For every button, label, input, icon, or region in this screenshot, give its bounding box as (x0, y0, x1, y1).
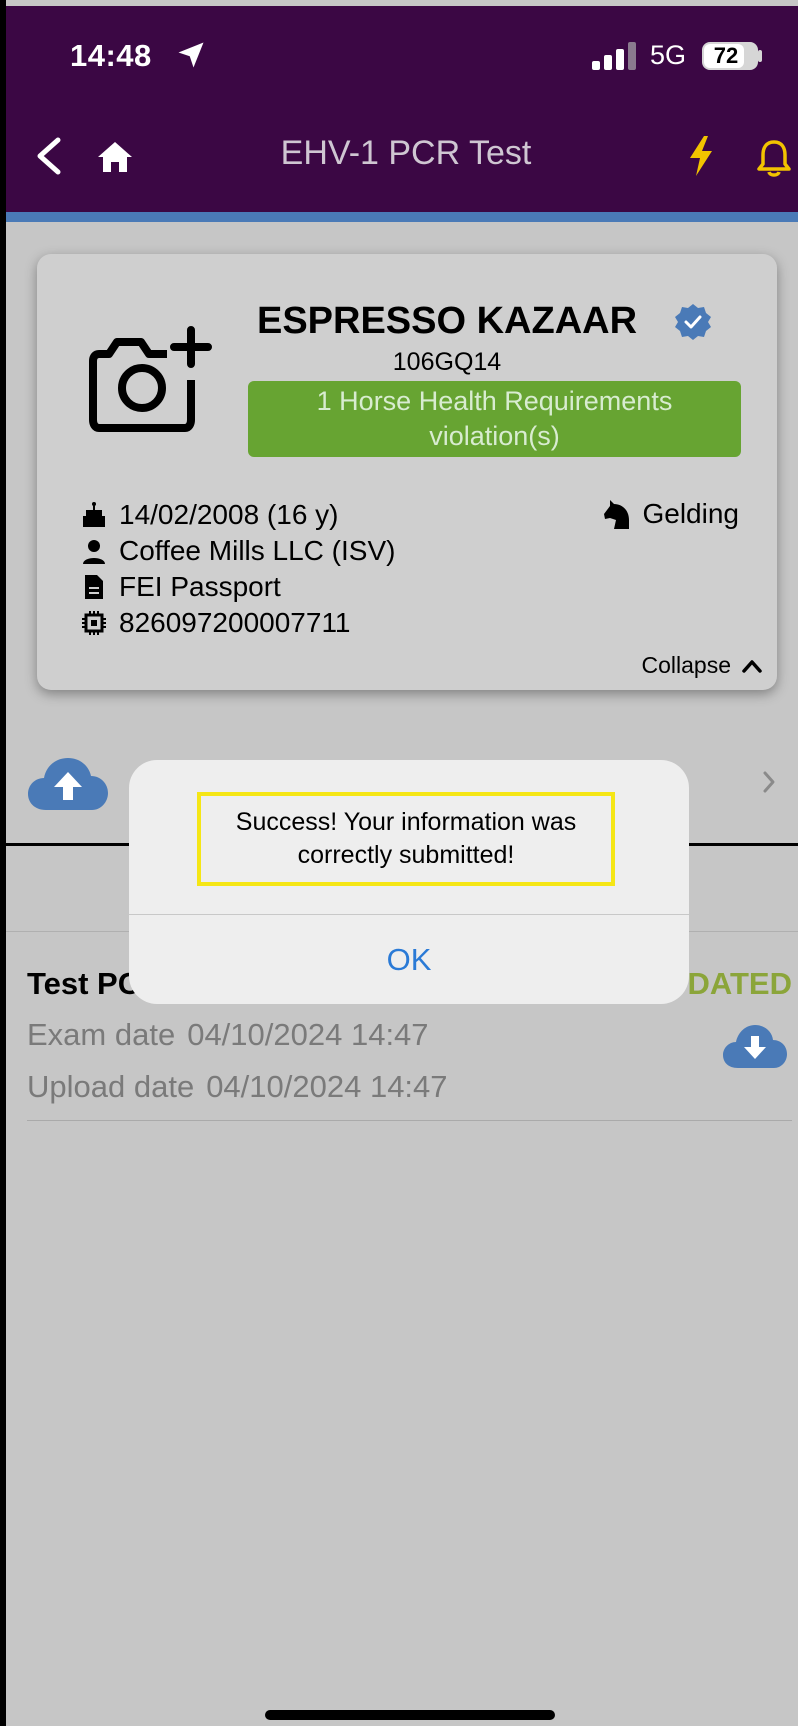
horse-name: ESPRESSO KAZAAR (256, 300, 638, 342)
signal-icon (592, 42, 636, 70)
test-title: Test PC (27, 966, 141, 1001)
upload-date-label: Upload date (27, 1069, 195, 1104)
horse-head-icon (604, 500, 630, 529)
cloud-download-icon[interactable] (722, 1022, 788, 1070)
exam-date-value: 04/10/2024 14:47 (187, 1017, 429, 1052)
collapse-button[interactable]: Collapse (642, 652, 764, 679)
gender-row: Gelding (602, 498, 739, 530)
collapse-label: Collapse (641, 652, 732, 678)
chip-number: 826097200007711 (119, 607, 351, 638)
chevron-up-icon (742, 659, 762, 673)
horse-card: ESPRESSO KAZAAR 106GQ14 1 Horse Health R… (37, 254, 777, 690)
owner-name: Coffee Mills LLC (ISV) (119, 535, 396, 566)
document-row: FEI Passport (81, 570, 281, 604)
home-icon[interactable] (96, 140, 134, 174)
alert-message: Success! Your information was correctly … (197, 792, 615, 886)
owner-row: Coffee Mills LLC (ISV) (81, 534, 395, 568)
birth-row: 14/02/2008 (16 y) (81, 498, 339, 532)
exam-date-row: Exam date 04/10/2024 14:47 (27, 1017, 429, 1053)
birth-date: 14/02/2008 (16 y) (119, 499, 339, 530)
top-bar (6, 6, 798, 212)
upload-date-row: Upload date 04/10/2024 14:47 (27, 1069, 448, 1105)
ok-button[interactable]: OK (129, 915, 689, 1004)
home-indicator[interactable] (265, 1710, 555, 1720)
cloud-upload-icon[interactable] (26, 752, 110, 812)
app-screen: 14:48 5G 72 EHV-1 PCR Test ESPRESSO KAZA… (6, 0, 798, 1726)
exam-date-label: Exam date (27, 1017, 176, 1052)
add-photo-camera-icon[interactable] (89, 324, 213, 434)
horse-gender: Gelding (642, 498, 739, 529)
chip-row: 826097200007711 (81, 606, 351, 640)
battery-tip (758, 50, 762, 62)
violation-badge[interactable]: 1 Horse Health Requirements violation(s) (248, 381, 741, 457)
microchip-icon (82, 611, 106, 635)
person-icon (83, 540, 105, 564)
document-icon (85, 575, 103, 599)
back-chevron-icon[interactable] (32, 136, 66, 176)
document-type: FEI Passport (119, 571, 281, 602)
test-status: DATED (687, 966, 792, 1001)
verified-badge-icon (675, 304, 711, 340)
bell-icon[interactable] (756, 138, 792, 178)
upload-date-value: 04/10/2024 14:47 (206, 1069, 448, 1104)
header-accent-line (6, 212, 798, 222)
battery-icon: 72 (702, 42, 758, 70)
row-divider (27, 1120, 792, 1121)
horse-id: 106GQ14 (392, 348, 502, 376)
network-type: 5G (650, 40, 687, 70)
birthday-cake-icon (83, 502, 105, 527)
bolt-icon[interactable] (688, 136, 714, 176)
battery-level: 72 (713, 43, 739, 68)
status-time: 14:48 (70, 38, 152, 73)
page-title: EHV-1 PCR Test (280, 134, 532, 172)
chevron-right-icon[interactable] (762, 770, 776, 794)
success-alert-dialog: Success! Your information was correctly … (129, 760, 689, 1004)
location-arrow-icon (178, 42, 204, 68)
